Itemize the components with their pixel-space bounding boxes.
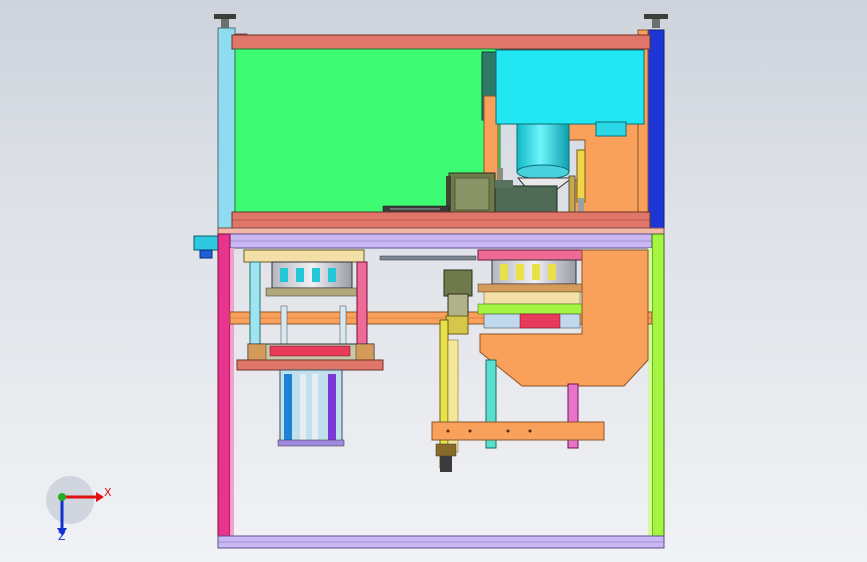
right-blue-post [647,29,665,233]
x-axis-label: X [104,486,112,499]
z-axis-label: Z [58,530,66,543]
x-axis-head [96,492,104,502]
left-magenta-post [217,233,231,549]
coordinate-triad[interactable] [46,476,104,536]
cad-viewport[interactable]: X Z [0,0,867,562]
right-lime-post [651,233,665,549]
spindle-plate [236,359,384,371]
left-spindle-assembly [236,249,384,447]
triad-background [46,476,94,524]
y-axis-dot [58,493,66,501]
lower-crossbar [431,421,605,441]
machine-drawing [46,14,668,549]
upper-cabinet [217,27,665,233]
cyan-gearbox [495,49,645,125]
left-upper-post [217,27,236,233]
top-leveling-feet [214,14,668,28]
top-beam [231,34,651,50]
